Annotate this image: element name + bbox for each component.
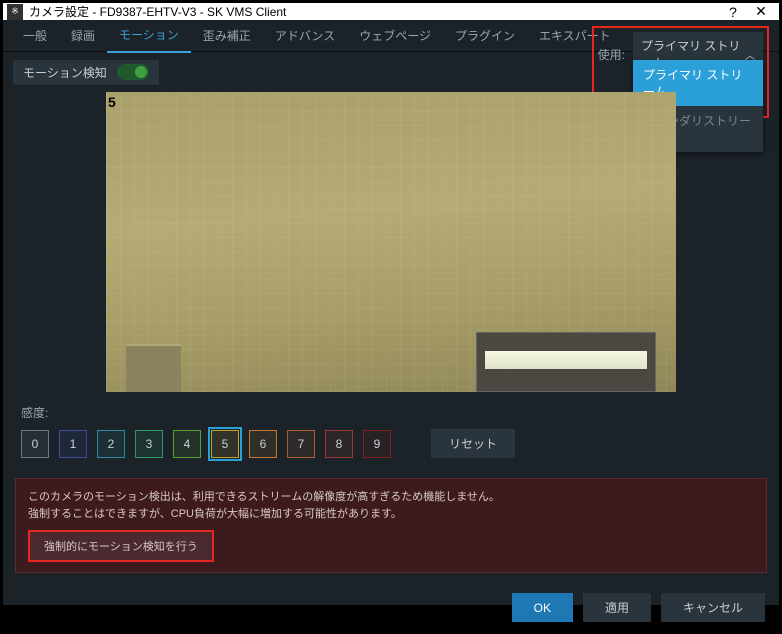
sensitivity-3[interactable]: 3 — [135, 430, 163, 458]
motion-detection-toggle[interactable]: モーション検知 — [13, 60, 159, 85]
camera-preview[interactable]: 5 — [106, 92, 676, 392]
sensitivity-row: 0123456789 リセット — [21, 429, 761, 458]
help-button[interactable]: ? — [719, 4, 747, 20]
tab-3[interactable]: 歪み補正 — [191, 19, 263, 52]
sensitivity-2[interactable]: 2 — [97, 430, 125, 458]
preview-overlay-number: 5 — [108, 94, 116, 110]
tab-4[interactable]: アドバンス — [263, 19, 347, 52]
scene-light-fixture — [476, 332, 656, 392]
close-button[interactable]: ✕ — [747, 3, 775, 20]
preview-area: 5 — [3, 92, 779, 392]
reset-button[interactable]: リセット — [431, 429, 515, 458]
force-motion-button[interactable]: 強制的にモーション検知を行う — [30, 532, 212, 560]
sensitivity-6[interactable]: 6 — [249, 430, 277, 458]
sensitivity-4[interactable]: 4 — [173, 430, 201, 458]
camera-settings-window: ※ カメラ設定 - FD9387-EHTV-V3 - SK VMS Client… — [2, 2, 780, 606]
sensitivity-label: 感度: — [21, 404, 761, 421]
sensitivity-section: 感度: 0123456789 リセット — [3, 392, 779, 470]
app-icon: ※ — [7, 4, 23, 20]
warning-line-1: このカメラのモーション検出は、利用できるストリームの解像度が高すぎるため機能しま… — [28, 489, 754, 506]
tab-0[interactable]: 一般 — [11, 19, 59, 52]
use-label: 使用: — [598, 46, 625, 63]
warning-line-2: 強制することはできますが、CPU負荷が大幅に増加する可能性があります。 — [28, 506, 754, 523]
tab-2[interactable]: モーション — [107, 18, 191, 53]
sensitivity-9[interactable]: 9 — [363, 430, 391, 458]
warning-panel: このカメラのモーション検出は、利用できるストリームの解像度が高すぎるため機能しま… — [15, 478, 767, 573]
sensitivity-1[interactable]: 1 — [59, 430, 87, 458]
sensitivity-0[interactable]: 0 — [21, 430, 49, 458]
force-button-highlight: 強制的にモーション検知を行う — [28, 530, 214, 562]
sensitivity-7[interactable]: 7 — [287, 430, 315, 458]
toggle-switch-icon[interactable] — [117, 64, 149, 80]
sensitivity-8[interactable]: 8 — [325, 430, 353, 458]
motion-detection-label: モーション検知 — [23, 64, 107, 81]
tab-5[interactable]: ウェブページ — [347, 19, 443, 52]
tab-6[interactable]: プラグイン — [443, 19, 527, 52]
scene-object — [126, 344, 181, 392]
toolbar: モーション検知 使用: プライマリ ストリーム ︿ プライマリ ストリーム セカ… — [3, 52, 779, 92]
tab-1[interactable]: 録画 — [59, 19, 107, 52]
sensitivity-5[interactable]: 5 — [211, 430, 239, 458]
